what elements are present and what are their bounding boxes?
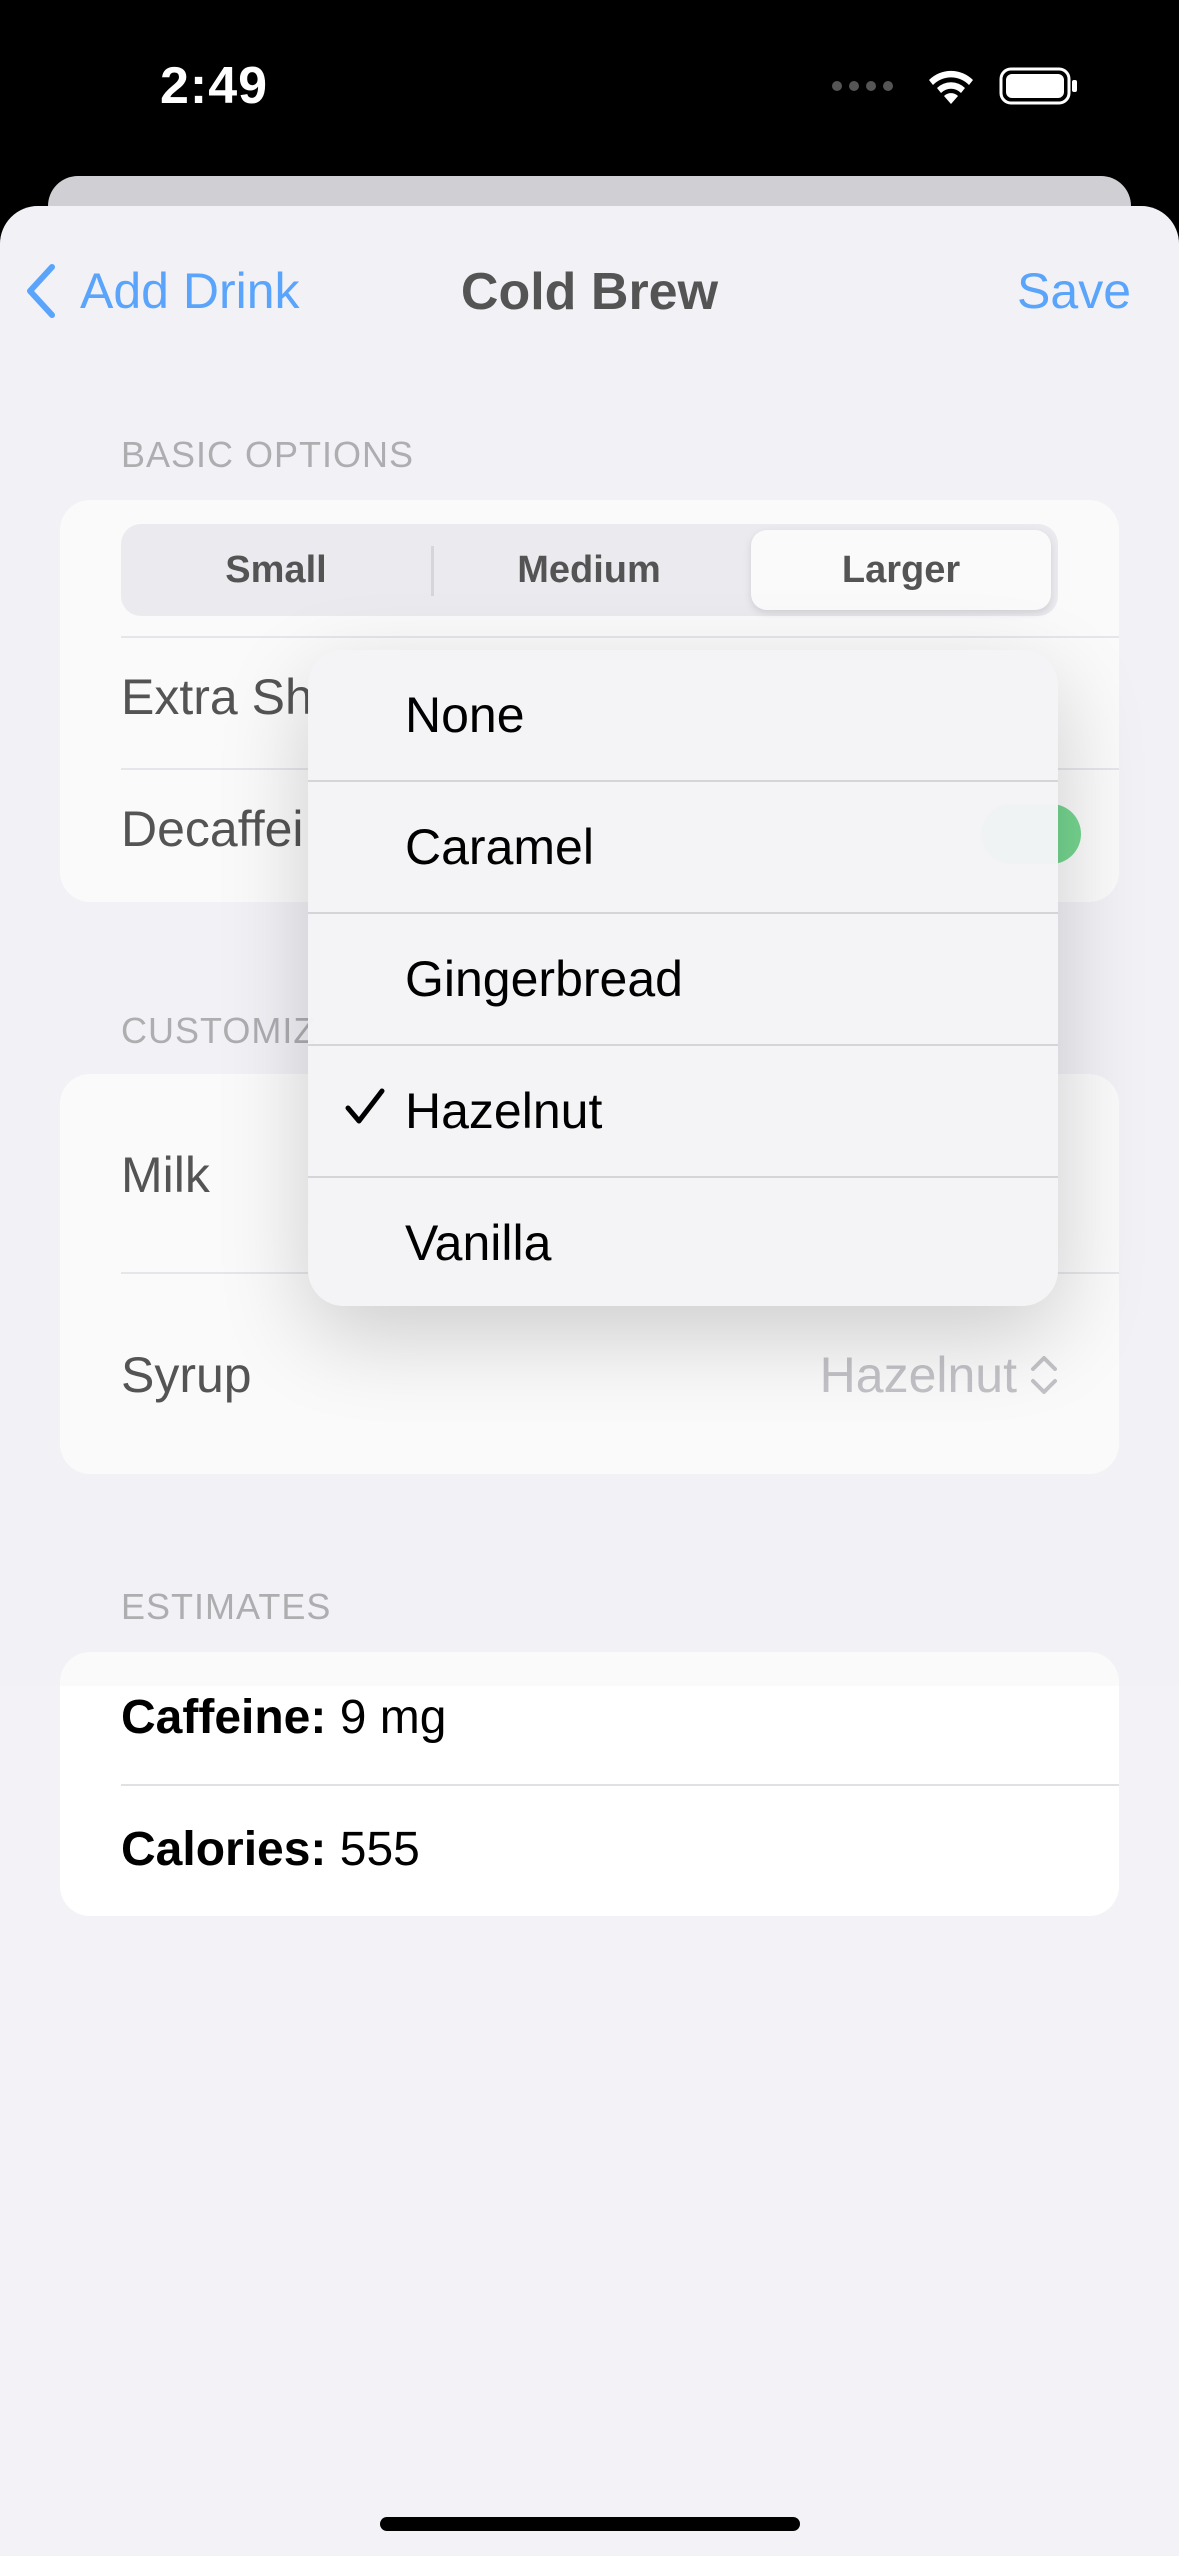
menu-item-label: Gingerbread: [405, 951, 683, 1007]
status-icons: [832, 66, 1079, 106]
caffeine-label: Caffeine:: [121, 1691, 327, 1744]
calories-value: 555: [339, 1823, 420, 1876]
status-bar: 2:49: [0, 0, 1179, 176]
status-time: 2:49: [160, 57, 269, 115]
battery-icon: [999, 67, 1077, 105]
menu-item-label: Hazelnut: [405, 1083, 603, 1139]
menu-item-label: None: [405, 687, 525, 743]
checkmark-icon: [345, 1088, 385, 1124]
menu-item-gingerbread[interactable]: Gingerbread: [308, 914, 1058, 1045]
estimates-group: Caffeine: 9 mg Calories: 555: [60, 1652, 1119, 1916]
menu-item-vanilla[interactable]: Vanilla: [308, 1178, 1058, 1306]
cellular-dots-icon: [832, 81, 893, 91]
menu-item-none[interactable]: None: [308, 650, 1058, 781]
caffeine-value: 9 mg: [339, 1691, 447, 1744]
row-separator: [121, 1784, 1119, 1786]
caffeine-row: Caffeine: 9 mg: [121, 1690, 446, 1745]
menu-item-label: Caramel: [405, 819, 594, 875]
wifi-icon: [929, 70, 973, 104]
syrup-menu: None Caramel Gingerbread Hazelnut Vanill…: [308, 650, 1058, 1306]
calories-row: Calories: 555: [121, 1822, 420, 1877]
home-indicator[interactable]: [380, 2517, 800, 2531]
menu-item-caramel[interactable]: Caramel: [308, 782, 1058, 913]
drink-sheet: Add Drink Cold Brew Save BASIC OPTIONS S…: [0, 206, 1179, 2556]
menu-item-hazelnut[interactable]: Hazelnut: [308, 1046, 1058, 1177]
menu-item-label: Vanilla: [405, 1215, 552, 1271]
calories-label: Calories:: [121, 1823, 327, 1876]
